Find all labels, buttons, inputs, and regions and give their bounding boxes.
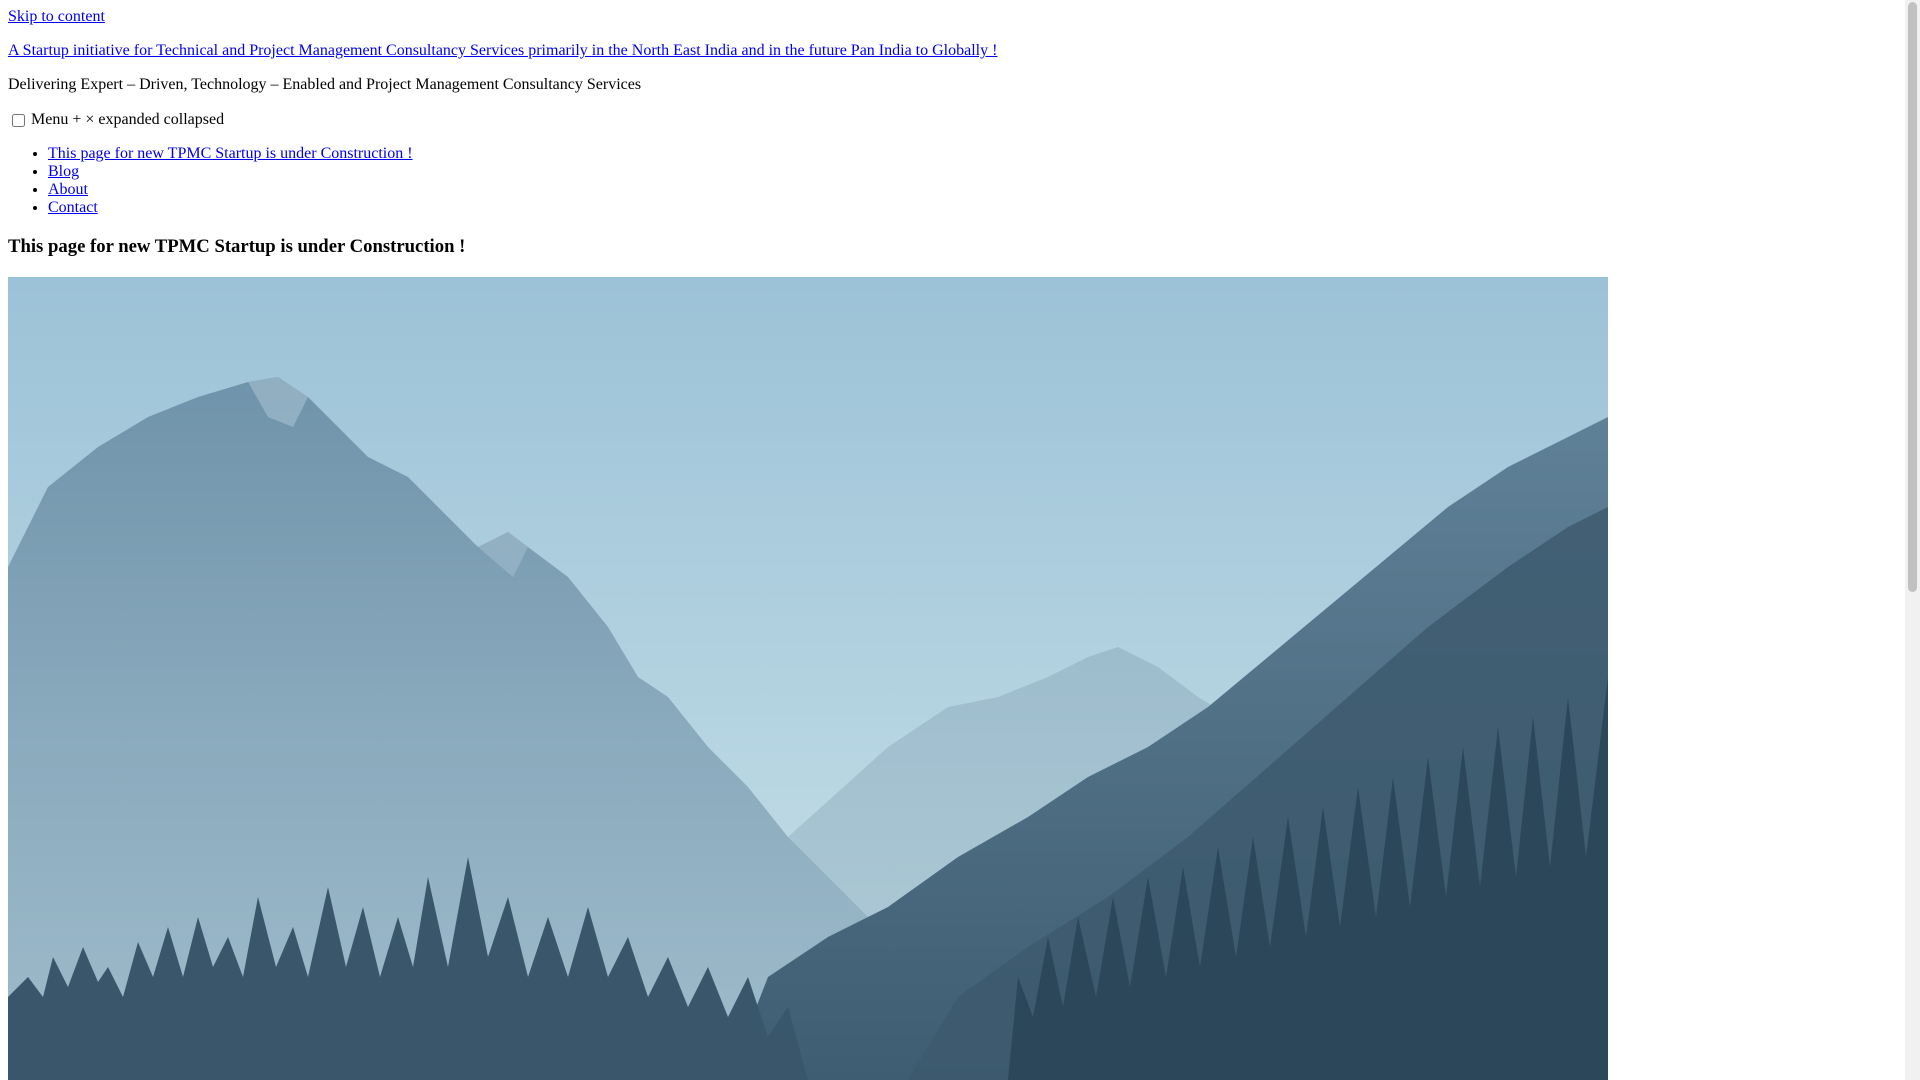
hero-image [8,277,1608,1080]
nav-item-under-construction: This page for new TPMC Startup is under … [48,145,413,163]
menu-toggle: Menu + × expanded collapsed [8,111,224,129]
nav-item-contact: Contact [48,199,413,217]
nav-item-blog: Blog [48,163,413,181]
nav-link-contact[interactable]: Contact [48,199,98,216]
site-title-link[interactable]: A Startup initiative for Technical and P… [8,42,997,60]
nav-link-blog[interactable]: Blog [48,163,79,180]
scrollbar-thumb[interactable] [1908,2,1917,592]
menu-toggle-label: Menu + × expanded collapsed [31,111,225,128]
primary-navigation: This page for new TPMC Startup is under … [8,145,413,217]
skip-to-content-link[interactable]: Skip to content [8,8,105,26]
page-heading: This page for new TPMC Startup is under … [8,236,466,257]
site-tagline: Delivering Expert – Driven, Technology –… [8,76,642,93]
nav-link-about[interactable]: About [48,181,88,198]
page-scrollbar[interactable] [1905,0,1920,1080]
nav-item-about: About [48,181,413,199]
menu-toggle-checkbox[interactable] [12,113,25,127]
nav-link-under-construction[interactable]: This page for new TPMC Startup is under … [48,145,413,162]
mountain-landscape-image [8,277,1608,1080]
